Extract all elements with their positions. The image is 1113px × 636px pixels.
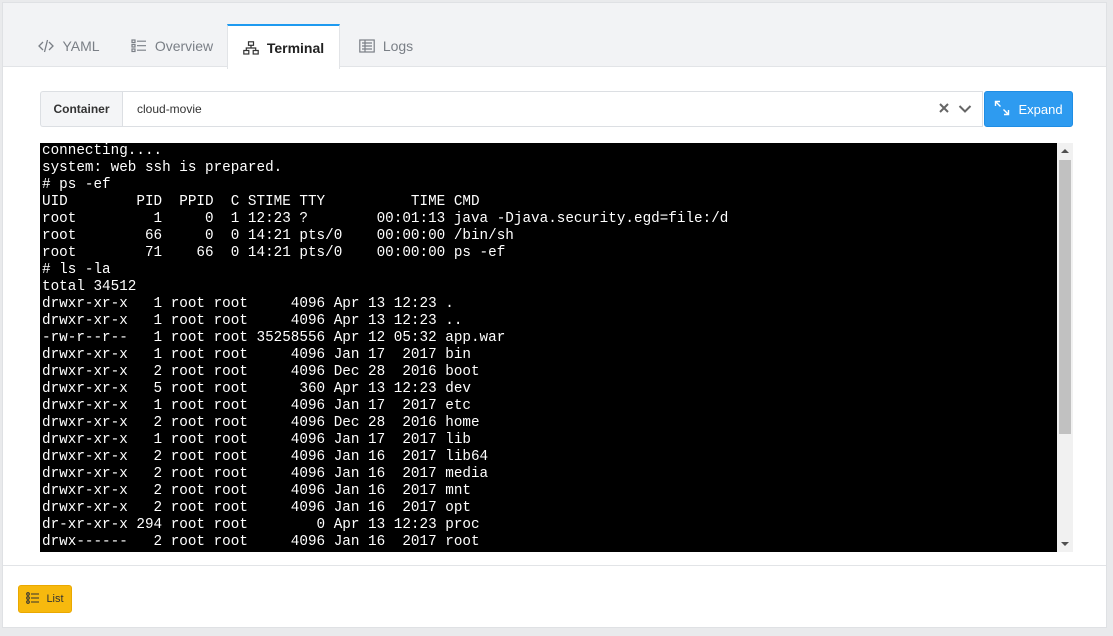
chevron-down-icon[interactable] xyxy=(958,103,972,117)
scroll-down-arrow-icon[interactable] xyxy=(1057,536,1073,552)
terminal-line: # ls -la xyxy=(42,262,111,278)
clear-icon[interactable] xyxy=(938,102,950,117)
terminal-line: drwxr-xr-x 1 root root 4096 Apr 13 12:23… xyxy=(42,296,454,312)
terminal-line: drwxr-xr-x 2 root root 4096 Dec 28 2016 … xyxy=(42,364,480,380)
tab-bar: YAML Overview Terminal Logs xyxy=(3,3,1106,69)
terminal-output: connecting.... system: web ssh is prepare… xyxy=(42,143,1056,551)
terminal-line: drwxr-xr-x 2 root root 4096 Jan 16 2017 … xyxy=(42,483,471,499)
expand-icon xyxy=(994,100,1010,119)
terminal-line: system: web ssh is prepared. xyxy=(42,160,283,176)
terminal-line: -rw-r--r-- 1 root root 35258556 Apr 12 0… xyxy=(42,330,506,346)
terminal-line: drwxr-xr-x 5 root root 360 Apr 13 12:23 … xyxy=(42,381,471,397)
container-selector-row: Container cloud-movie Expand xyxy=(40,91,1073,127)
terminal-line: # ps -ef xyxy=(42,177,111,193)
code-icon xyxy=(38,39,55,53)
terminal-line: total 34512 xyxy=(42,279,137,295)
terminal-line: drwxr-xr-x 1 root root 4096 Jan 17 2017 … xyxy=(42,347,471,363)
tab-terminal[interactable]: Terminal xyxy=(227,24,340,69)
scroll-thumb[interactable] xyxy=(1059,160,1071,434)
terminal-line: drwx------ 2 root root 4096 Jan 16 2017 … xyxy=(42,534,480,550)
network-icon xyxy=(243,40,259,55)
terminal-line: UID PID PPID C STIME TTY TIME CMD xyxy=(42,194,480,210)
container-select[interactable]: cloud-movie xyxy=(122,91,983,127)
terminal-line: connecting.... xyxy=(42,143,163,159)
list-icon xyxy=(131,39,147,53)
terminal-line: drwxr-xr-x 2 root root 4096 Jan 16 2017 … xyxy=(42,466,489,482)
tab-label: Terminal xyxy=(266,39,325,56)
tab-yaml[interactable]: YAML xyxy=(21,24,117,68)
terminal-line: drwxr-xr-x 2 root root 4096 Jan 16 2017 … xyxy=(42,449,489,465)
list-label: List xyxy=(46,593,64,605)
scroll-up-arrow-icon[interactable] xyxy=(1057,143,1073,159)
terminal-window[interactable]: connecting.... system: web ssh is prepare… xyxy=(40,143,1073,552)
expand-button[interactable]: Expand xyxy=(984,91,1073,127)
terminal-line: root 66 0 0 14:21 pts/0 00:00:00 /bin/sh xyxy=(42,228,514,244)
terminal-line: drwxr-xr-x 1 root root 4096 Apr 13 12:23… xyxy=(42,313,463,329)
terminal-scrollbar[interactable] xyxy=(1057,143,1073,552)
terminal-line: drwxr-xr-x 2 root root 4096 Dec 28 2016 … xyxy=(42,415,480,431)
detail-panel: YAML Overview Terminal Logs Container cl… xyxy=(2,2,1107,628)
terminal-line: drwxr-xr-x 1 root root 4096 Jan 17 2017 … xyxy=(42,432,471,448)
tab-overview[interactable]: Overview xyxy=(117,24,227,68)
expand-label: Expand xyxy=(1018,101,1063,117)
terminal-line: root 1 0 1 12:23 ? 00:01:13 java -Djava.… xyxy=(42,211,729,227)
container-value: cloud-movie xyxy=(137,102,202,116)
container-label: Container xyxy=(40,91,122,127)
terminal-line: drwxr-xr-x 1 root root 4096 Jan 17 2017 … xyxy=(42,398,471,414)
tab-logs[interactable]: Logs xyxy=(341,24,431,68)
tab-label: Logs xyxy=(382,38,414,54)
tab-label: YAML xyxy=(62,38,100,54)
list-button[interactable]: List xyxy=(18,585,72,613)
footer-bar: List xyxy=(3,565,1106,629)
tab-label: Overview xyxy=(154,38,214,54)
terminal-line: dr-xr-xr-x 294 root root 0 Apr 13 12:23 … xyxy=(42,517,480,533)
terminal-line: root 71 66 0 14:21 pts/0 00:00:00 ps -ef xyxy=(42,245,506,261)
terminal-line: drwxr-xr-x 2 root root 4096 Jan 16 2017 … xyxy=(42,500,471,516)
list-icon xyxy=(26,591,40,607)
log-icon xyxy=(359,39,375,53)
